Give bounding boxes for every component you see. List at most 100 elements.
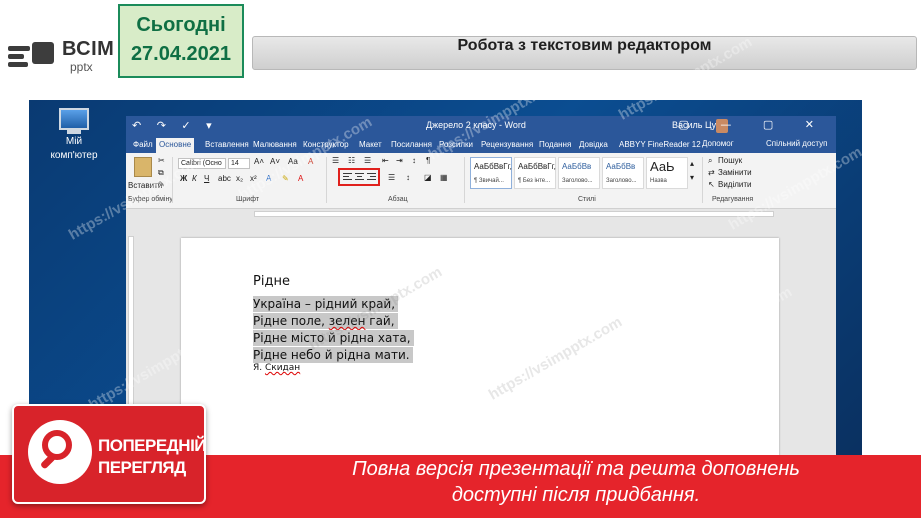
underline-icon[interactable]: Ч [204, 174, 209, 183]
logo-text: ВСІМ [62, 38, 115, 60]
tab-review[interactable]: Рецензування [478, 138, 536, 153]
style-normal[interactable]: АаБбВвГг, ¶ Звичай... [470, 157, 512, 189]
replace-button[interactable]: Замінити [718, 168, 752, 177]
text-effects-icon[interactable]: A [266, 174, 271, 183]
replace-icon[interactable]: ⇄ [708, 168, 715, 177]
tab-insert[interactable]: Вставлення [202, 138, 252, 153]
font-size-select[interactable]: 14 [228, 158, 250, 169]
ribbon-home: Вставити ✂ ⧉ ✎ Буфер обміну Calibri (Осн… [126, 153, 836, 209]
style-heading-2[interactable]: АаБбВв Заголово... [602, 157, 644, 189]
alignment-highlight-box [338, 168, 380, 186]
align-right-icon[interactable] [367, 173, 376, 182]
style-heading-1[interactable]: АаБбВв Заголово... [558, 157, 600, 189]
styles-scroll-icon[interactable]: ▴ [690, 159, 694, 168]
select-icon[interactable]: ↖ [708, 180, 715, 189]
date-label: Сьогодні [136, 14, 226, 36]
bullets-icon[interactable]: ☰ [332, 156, 339, 165]
poem-line-2: Рідне поле, зелен гай, [253, 313, 398, 329]
tab-draw[interactable]: Малювання [250, 138, 300, 153]
bold-icon[interactable]: Ж [180, 174, 187, 183]
tab-design[interactable]: Конструктор [300, 138, 352, 153]
horizontal-ruler[interactable] [254, 211, 774, 217]
shrink-font-icon[interactable]: A˅ [270, 157, 280, 166]
group-styles-label: Стилі [578, 196, 596, 203]
group-editing-label: Редагування [712, 196, 754, 203]
align-left-icon[interactable] [343, 173, 352, 182]
select-button[interactable]: Виділити [718, 180, 752, 189]
copy-icon[interactable]: ⧉ [158, 168, 164, 178]
promo-line-1: Повна версія презентації та решта доповн… [352, 458, 800, 480]
badge-line-2: ПЕРЕГЛЯД [98, 458, 186, 477]
word-title-bar: ↶ ↷ ✓ ▾ Джерело 2 класу - Word Василь Цу… [126, 116, 836, 136]
find-icon[interactable]: ⌕ [708, 156, 712, 166]
subscript-icon[interactable]: x₂ [236, 174, 243, 183]
tab-layout[interactable]: Макет [356, 138, 385, 153]
paste-icon[interactable] [134, 157, 152, 177]
vsim-logo: ВСІМ pptx [8, 36, 118, 76]
shading-icon[interactable]: ◪ [424, 173, 432, 182]
logo-subtext: pptx [70, 60, 93, 74]
style-title[interactable]: АаЬ Назва [646, 157, 688, 189]
borders-icon[interactable]: ▦ [440, 173, 448, 182]
desktop-icon-label-2: комп'ютер [50, 150, 98, 161]
justify-icon[interactable]: ☰ [388, 173, 395, 182]
poem-author: Я. Скидан [253, 363, 301, 373]
slide-title: Робота з текстовим редактором [252, 36, 917, 70]
increase-indent-icon[interactable]: ⇥ [396, 156, 403, 165]
format-painter-icon[interactable]: ✎ [158, 180, 165, 189]
sort-icon[interactable]: ↕ [412, 156, 416, 165]
document-page[interactable]: Рідне Україна – рідний край, Рідне поле,… [181, 238, 779, 490]
multilevel-list-icon[interactable]: ☰ [364, 156, 371, 165]
tab-help[interactable]: Довідка [576, 138, 611, 153]
poem-line-4: Рідне небо й рідна мати. [253, 347, 413, 363]
cut-icon[interactable]: ✂ [158, 156, 165, 165]
group-paragraph-label: Абзац [388, 196, 408, 203]
font-color-icon[interactable]: A [298, 174, 303, 183]
strikethrough-icon[interactable]: abc [218, 174, 231, 183]
tab-abbyy[interactable]: ABBYY FineReader 12 [616, 138, 704, 153]
styles-more-icon[interactable]: ▾ [690, 173, 694, 182]
decrease-indent-icon[interactable]: ⇤ [382, 156, 389, 165]
preview-badge: ПОПЕРЕДНІЙ ПЕРЕГЛЯД [12, 404, 207, 504]
superscript-icon[interactable]: x² [250, 174, 257, 183]
document-heading: Рідне [253, 274, 290, 289]
highlight-icon[interactable]: ✎ [282, 174, 289, 183]
tab-references[interactable]: Посилання [388, 138, 435, 153]
find-button[interactable]: Пошук [718, 156, 742, 165]
monitor-icon [59, 108, 89, 130]
magnifier-icon [28, 420, 92, 484]
word-window: ↶ ↷ ✓ ▾ Джерело 2 класу - Word Василь Цу… [126, 116, 836, 490]
badge-line-1: ПОПЕРЕДНІЙ [98, 436, 207, 455]
numbering-icon[interactable]: ☷ [348, 156, 355, 165]
promo-text: Повна версія презентації та решта доповн… [256, 456, 896, 508]
clear-format-icon[interactable]: A [308, 157, 313, 166]
font-name-select[interactable]: Calibri (Осно [178, 158, 226, 169]
window-controls[interactable]: ▢ — ▢ ✕ [679, 118, 829, 131]
my-computer-desktop-icon[interactable]: Мій комп'ютер [39, 108, 109, 162]
group-font-label: Шрифт [236, 196, 260, 203]
poem-line-1: Україна – рідний край, [253, 296, 399, 312]
tab-file[interactable]: Файл [130, 138, 156, 153]
line-spacing-icon[interactable]: ↕ [406, 173, 410, 182]
align-center-icon[interactable] [355, 173, 364, 182]
tab-home[interactable]: Основне [156, 138, 195, 153]
change-case-icon[interactable]: Aa [288, 157, 298, 166]
date-box: Сьогодні 27.04.2021 [118, 4, 244, 78]
ribbon-tabs: Файл Основне Вставлення Малювання Констр… [126, 136, 836, 153]
show-marks-icon[interactable]: ¶ [426, 156, 430, 165]
group-clipboard-label: Буфер обміну [128, 196, 173, 203]
share-button[interactable]: Спільний доступ [766, 139, 828, 148]
tab-view[interactable]: Подання [536, 138, 574, 153]
tab-mailings[interactable]: Розсилки [436, 138, 476, 153]
logo-mark-icon [32, 42, 54, 64]
italic-icon[interactable]: К [192, 174, 197, 183]
date-value: 27.04.2021 [130, 43, 232, 65]
tell-me-search[interactable]: Допомог [702, 139, 734, 148]
document-title: Джерело 2 класу - Word [426, 120, 526, 130]
grow-font-icon[interactable]: A˄ [254, 157, 264, 166]
quick-access-toolbar[interactable]: ↶ ↷ ✓ ▾ [132, 119, 218, 132]
poem-line-3: Рідне місто й рідна хата, [253, 330, 414, 346]
promo-line-2: доступні після придбання. [451, 484, 701, 506]
desktop-icon-label-1: Мій [65, 136, 83, 147]
style-no-spacing[interactable]: АаБбВвГг, ¶ Без інте... [514, 157, 556, 189]
